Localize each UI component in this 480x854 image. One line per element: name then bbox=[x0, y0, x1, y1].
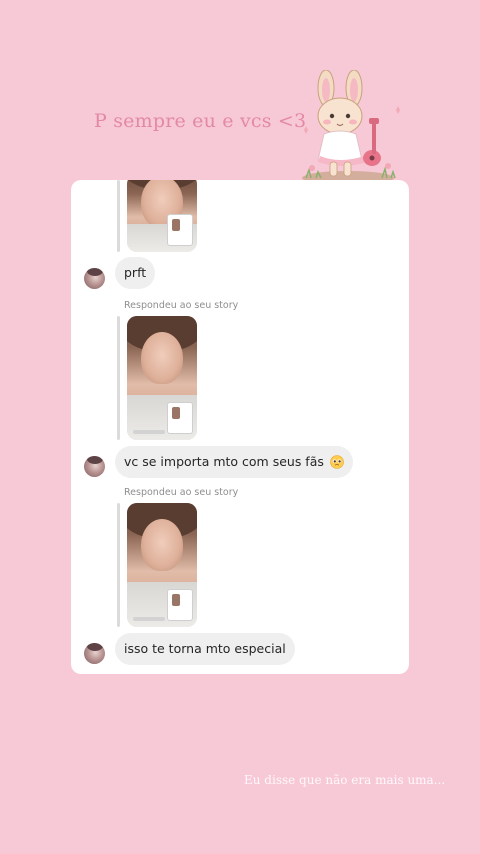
story-caption-bottom: Eu disse que não era mais uma... bbox=[244, 773, 446, 787]
avatar[interactable] bbox=[84, 643, 105, 664]
message-text: isso te torna mto especial bbox=[124, 641, 286, 656]
message-text: prft bbox=[124, 265, 147, 280]
story-reply-label: Respondeu ao seu story bbox=[124, 300, 239, 311]
avatar[interactable] bbox=[84, 268, 105, 289]
story-reply-thumbnail[interactable] bbox=[127, 180, 197, 252]
dm-screenshot-card: prft Respondeu ao seu story vc se import… bbox=[71, 180, 409, 674]
message-bubble: isso te torna mto especial bbox=[115, 633, 295, 665]
reply-indicator-line bbox=[117, 180, 120, 252]
reply-indicator-line bbox=[117, 316, 120, 440]
pleading-face-icon bbox=[330, 454, 344, 469]
story-reply-thumbnail[interactable] bbox=[127, 316, 197, 440]
story-reply-label: Respondeu ao seu story bbox=[124, 487, 239, 498]
avatar[interactable] bbox=[84, 456, 105, 477]
bunny-with-guitar-sticker bbox=[296, 69, 408, 188]
reply-indicator-line bbox=[117, 503, 120, 627]
message-text: vc se importa mto com seus fãs bbox=[124, 454, 324, 469]
message-bubble: vc se importa mto com seus fãs bbox=[115, 446, 353, 478]
story-caption-top: P sempre eu e vcs <3 bbox=[94, 110, 307, 132]
story-reply-thumbnail[interactable] bbox=[127, 503, 197, 627]
message-bubble: prft bbox=[115, 257, 156, 289]
